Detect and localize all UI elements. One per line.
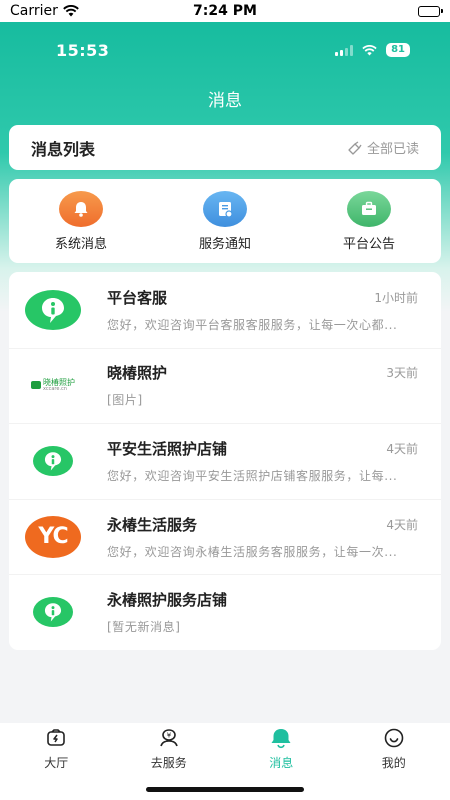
- home-indicator[interactable]: [146, 787, 304, 792]
- avatar: [25, 282, 81, 338]
- avatar: [25, 584, 81, 640]
- conversation-item[interactable]: 平安生活照护店铺 4天前 您好，欢迎咨询平安生活照护店铺客服服务，让每...: [9, 423, 441, 499]
- xiaochun-logo-icon: 晓椿照护 xccare.cn: [31, 378, 75, 392]
- wifi-icon: [63, 5, 79, 17]
- battery-icon: [418, 5, 443, 17]
- message-icon: [271, 729, 291, 749]
- service-icon: ¥: [159, 729, 178, 747]
- avatar: 晓椿照护 xccare.cn: [25, 357, 81, 413]
- yc-logo-icon: YC: [25, 515, 81, 558]
- conversation-name: 永椿生活服务: [107, 515, 198, 534]
- category-label: 服务通知: [198, 236, 251, 252]
- chat-bubble-logo-icon: [33, 597, 73, 628]
- category-label: 系统消息: [54, 236, 107, 252]
- briefcase-icon: [347, 190, 391, 227]
- category-label: 平台公告: [342, 236, 395, 252]
- mark-all-read-button[interactable]: 全部已读: [347, 138, 419, 157]
- conversation-name: 永椿照护服务店铺: [107, 591, 228, 610]
- chat-bubble-logo-icon: [33, 445, 73, 476]
- tab-label: 消息: [269, 756, 294, 770]
- profile-icon: [384, 728, 404, 748]
- category-system-messages[interactable]: 系统消息: [9, 179, 153, 263]
- app-clock: 15:53: [56, 40, 110, 60]
- conversation-name: 平安生活照护店铺: [107, 439, 228, 458]
- carrier: Carrier: [10, 3, 79, 19]
- message-categories: 系统消息 服务通知 平台公告: [9, 179, 441, 263]
- conversation-name: 平台客服: [107, 288, 168, 307]
- battery-level: 81: [386, 43, 410, 57]
- category-platform-announcements[interactable]: 平台公告: [297, 179, 441, 263]
- conversation-preview: [图片]: [107, 393, 143, 408]
- mark-all-read-label: 全部已读: [366, 142, 419, 157]
- conversation-time: 4天前: [386, 517, 418, 532]
- tab-label: 大厅: [44, 756, 69, 770]
- conversation-item[interactable]: YC 永椿生活服务 4天前 您好，欢迎咨询永椿生活服务客服服务，让每一次...: [9, 498, 441, 575]
- tab-label: 去服务: [150, 756, 187, 770]
- conversation-item[interactable]: 永椿照护服务店铺 [暂无新消息]: [9, 574, 441, 650]
- wifi-icon: [362, 44, 377, 56]
- conversation-time: 1小时前: [374, 290, 418, 305]
- tab-hall[interactable]: 大厅: [0, 727, 113, 800]
- chat-bubble-logo-icon: [25, 289, 81, 330]
- conversation-name: 晓椿照护: [107, 364, 168, 383]
- conversation-item[interactable]: 平台客服 1小时前 您好，欢迎咨询平台客服客服服务，让每一次心都...: [9, 272, 441, 348]
- conversation-preview: 您好，欢迎咨询平台客服客服服务，让每一次心都...: [107, 317, 398, 332]
- category-service-notices[interactable]: 服务通知: [153, 179, 297, 263]
- conversation-list: 平台客服 1小时前 您好，欢迎咨询平台客服客服服务，让每一次心都... 晓椿照护…: [9, 272, 441, 650]
- conversation-item[interactable]: 晓椿照护 xccare.cn 晓椿照护 3天前 [图片]: [9, 347, 441, 424]
- bottom-tab-bar: 大厅 ¥ 去服务 消息 我的: [0, 723, 450, 800]
- signal-icon: [335, 44, 354, 56]
- message-list-title: 消息列表: [31, 139, 96, 159]
- broom-icon: [348, 140, 362, 155]
- conversation-preview: [暂无新消息]: [107, 620, 181, 635]
- svg-text:¥: ¥: [167, 732, 172, 740]
- conversation-preview: 您好，欢迎咨询永椿生活服务客服服务，让每一次...: [107, 544, 398, 559]
- clipboard-icon: [203, 190, 247, 227]
- conversation-time: 4天前: [386, 441, 418, 456]
- bell-icon: [59, 190, 103, 227]
- tab-mine[interactable]: 我的: [338, 727, 450, 800]
- tab-label: 我的: [381, 756, 406, 770]
- conversation-preview: 您好，欢迎咨询平安生活照护店铺客服服务，让每...: [107, 468, 398, 483]
- logo-subtext: xccare.cn: [43, 385, 67, 392]
- carrier-label: Carrier: [10, 3, 58, 19]
- conversation-time: 3天前: [386, 366, 418, 381]
- avatar: YC: [25, 509, 81, 565]
- home-icon: [47, 729, 66, 746]
- system-status-bar: Carrier 7:24 PM: [0, 0, 450, 22]
- app-status-bar: 15:53 81: [0, 39, 450, 61]
- avatar: [25, 433, 81, 489]
- page-title: 消息: [208, 91, 242, 111]
- message-list-header: 消息列表 全部已读: [9, 125, 441, 170]
